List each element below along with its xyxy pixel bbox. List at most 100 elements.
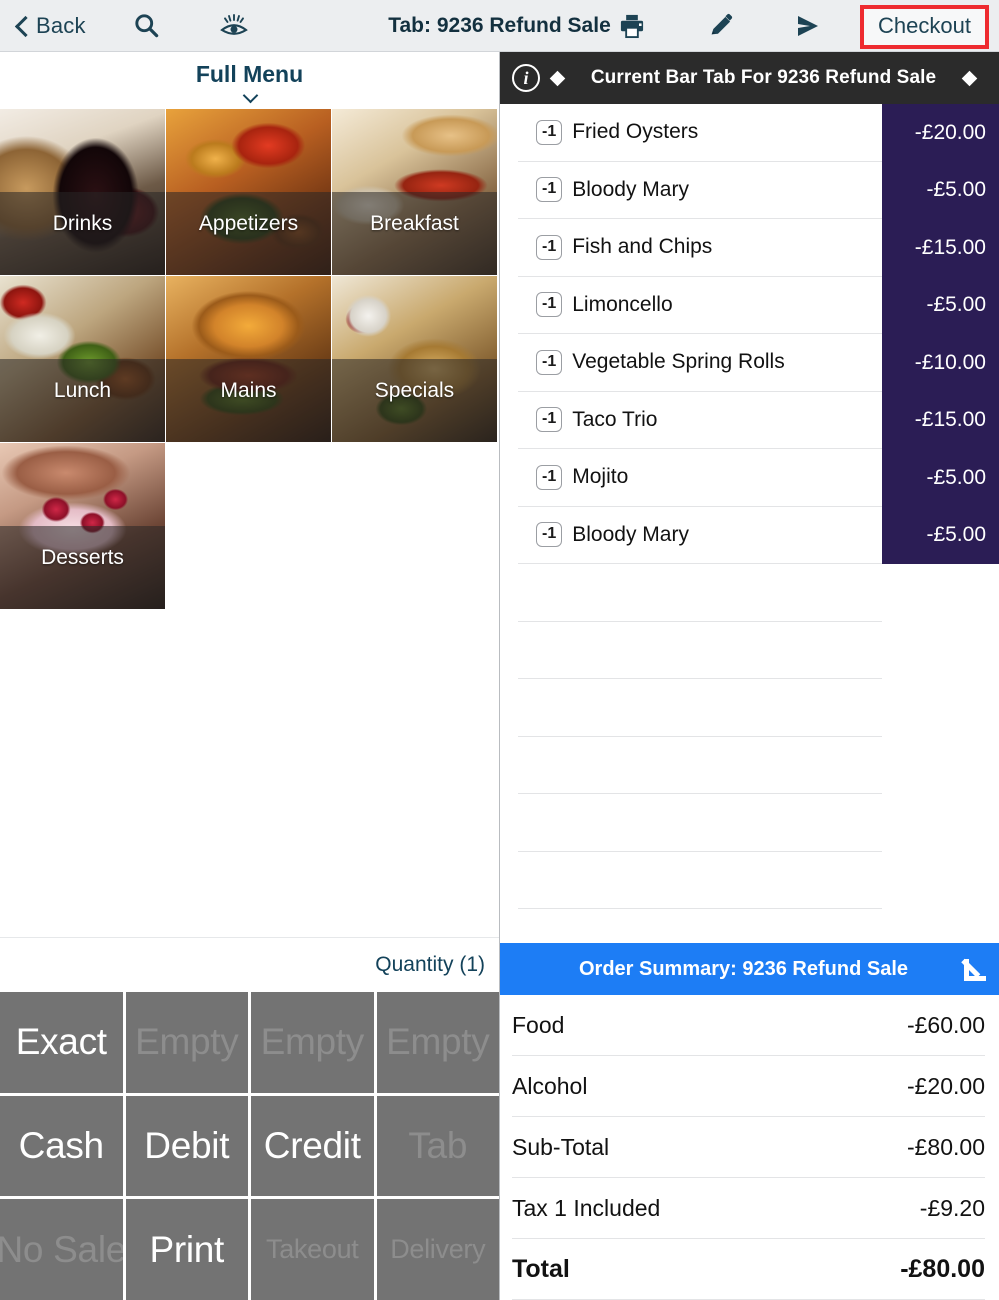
order-item-name-cell: -1 Fried Oysters	[518, 104, 882, 162]
order-item-price	[882, 794, 999, 852]
table-row-empty[interactable]	[500, 852, 999, 909]
key-debit[interactable]: Debit	[125, 1095, 248, 1197]
quantity-badge: -1	[536, 407, 563, 433]
category-grid: Drinks Appetizers Breakfast Lunch Mains …	[0, 109, 500, 610]
table-row[interactable]: -1 Vegetable Spring Rolls -£10.00	[500, 334, 999, 392]
eye-icon[interactable]	[218, 13, 250, 39]
category-tile-desserts[interactable]: Desserts	[0, 443, 166, 610]
table-row-empty[interactable]	[500, 622, 999, 680]
order-header-title: Current Bar Tab For 9236 Refund Sale	[590, 67, 937, 88]
key-empty-3: Empty	[376, 992, 499, 1093]
total-label: Tax 1 Included	[512, 1194, 661, 1221]
key-print[interactable]: Print	[125, 1199, 248, 1300]
key-no-sale: No Sale	[0, 1199, 123, 1300]
table-row[interactable]: -1 Fish and Chips -£15.00	[500, 219, 999, 277]
total-row-alcohol: Alcohol -£20.00	[512, 1056, 985, 1117]
order-item-name: Mojito	[572, 465, 629, 489]
quantity-bar[interactable]: Quantity (1)	[0, 937, 499, 992]
back-button-label: Back	[36, 12, 86, 38]
total-value: -£9.20	[919, 1194, 985, 1221]
search-icon[interactable]	[133, 12, 160, 39]
category-tile-breakfast[interactable]: Breakfast	[332, 109, 498, 276]
order-item-price	[882, 679, 999, 737]
checkout-button[interactable]: Checkout	[860, 5, 989, 50]
table-row[interactable]: -1 Bloody Mary -£5.00	[500, 506, 999, 564]
category-tile-specials[interactable]: Specials	[332, 276, 498, 443]
table-row[interactable]: -1 Taco Trio -£15.00	[500, 391, 999, 449]
order-item-name-cell	[518, 737, 882, 794]
table-row-empty[interactable]	[500, 737, 999, 795]
key-tab: Tab	[376, 1095, 499, 1197]
quantity-badge: -1	[536, 292, 563, 318]
key-empty-2: Empty	[251, 992, 374, 1093]
diamond-left-icon	[549, 70, 566, 86]
category-label: Desserts	[41, 546, 124, 569]
order-summary-bar[interactable]: Order Summary: 9236 Refund Sale	[500, 943, 999, 995]
category-label-band: Appetizers	[166, 192, 331, 275]
printer-icon[interactable]	[618, 12, 646, 40]
order-item-price	[882, 564, 999, 622]
order-item-name-cell: -1 Taco Trio	[518, 392, 882, 449]
back-button[interactable]: Back	[16, 13, 86, 39]
chevron-down-icon	[243, 90, 257, 98]
order-item-name: Limoncello	[572, 292, 673, 316]
quantity-badge: -1	[536, 234, 563, 260]
quantity-badge: -1	[536, 522, 563, 548]
category-label: Lunch	[53, 379, 112, 402]
order-item-price: -£5.00	[882, 506, 999, 564]
order-item-name: Taco Trio	[572, 407, 658, 431]
key-cash[interactable]: Cash	[0, 1095, 123, 1197]
category-tile-mains[interactable]: Mains	[166, 276, 332, 443]
order-item-list: -1 Fried Oysters -£20.00 -1 Bloody Mary …	[500, 104, 999, 943]
order-item-price: -£15.00	[882, 219, 999, 277]
quantity-badge: -1	[536, 119, 563, 145]
total-label: Food	[512, 1011, 565, 1038]
table-row[interactable]: -1 Limoncello -£5.00	[500, 276, 999, 334]
category-label-band: Desserts	[0, 526, 165, 609]
key-exact[interactable]: Exact	[0, 992, 123, 1093]
total-value: -£80.00	[906, 1133, 985, 1160]
table-row-empty[interactable]	[500, 679, 999, 737]
table-row[interactable]: -1 Fried Oysters -£20.00	[500, 104, 999, 162]
total-label: Sub-Total	[512, 1133, 610, 1160]
info-icon[interactable]: i	[512, 64, 540, 92]
category-grid-wrapper: Drinks Appetizers Breakfast Lunch Mains …	[0, 109, 499, 937]
category-tile-lunch[interactable]: Lunch	[0, 276, 166, 443]
table-row-empty[interactable]	[500, 794, 999, 852]
total-row-grand: Total -£80.00	[512, 1239, 985, 1300]
category-tile-drinks[interactable]: Drinks	[0, 109, 166, 276]
order-item-name-cell: -1 Bloody Mary	[518, 162, 882, 219]
order-item-name: Bloody Mary	[572, 522, 689, 546]
menu-panel: Full Menu Drinks Appetizers Breakfast Lu…	[0, 52, 500, 1300]
key-credit[interactable]: Credit	[251, 1095, 374, 1197]
category-label: Mains	[220, 379, 277, 402]
order-item-price: -£10.00	[882, 334, 999, 392]
category-tile-appetizers[interactable]: Appetizers	[166, 109, 332, 276]
arrow-down-left-icon[interactable]	[959, 956, 986, 982]
quantity-badge: -1	[536, 177, 563, 203]
order-item-name-cell: -1 Mojito	[518, 449, 882, 507]
table-row-empty[interactable]	[500, 564, 999, 622]
quantity-badge: -1	[536, 464, 563, 490]
order-item-name-cell	[518, 564, 882, 622]
category-label: Specials	[374, 379, 455, 402]
quantity-badge: -1	[536, 349, 563, 375]
order-item-price: -£5.00	[882, 161, 999, 219]
order-item-price: -£20.00	[882, 104, 999, 162]
order-item-price	[882, 622, 999, 680]
table-row[interactable]: -1 Bloody Mary -£5.00	[500, 161, 999, 219]
diamond-right-icon	[961, 70, 978, 86]
order-item-price	[882, 737, 999, 795]
full-menu-header[interactable]: Full Menu	[0, 52, 499, 109]
total-row-subtotal: Sub-Total -£80.00	[512, 1117, 985, 1178]
order-summary-title: Order Summary: 9236 Refund Sale	[578, 957, 908, 980]
pencil-icon[interactable]	[707, 12, 735, 40]
order-item-name-cell	[518, 794, 882, 852]
category-label-band: Mains	[166, 359, 331, 442]
table-row[interactable]: -1 Mojito -£5.00	[500, 449, 999, 507]
order-panel: i Current Bar Tab For 9236 Refund Sale -…	[500, 52, 999, 1300]
send-icon[interactable]	[793, 13, 823, 39]
total-row-food: Food -£60.00	[512, 995, 985, 1056]
order-item-name: Fish and Chips	[572, 235, 713, 259]
key-takeout: Takeout	[251, 1199, 374, 1300]
